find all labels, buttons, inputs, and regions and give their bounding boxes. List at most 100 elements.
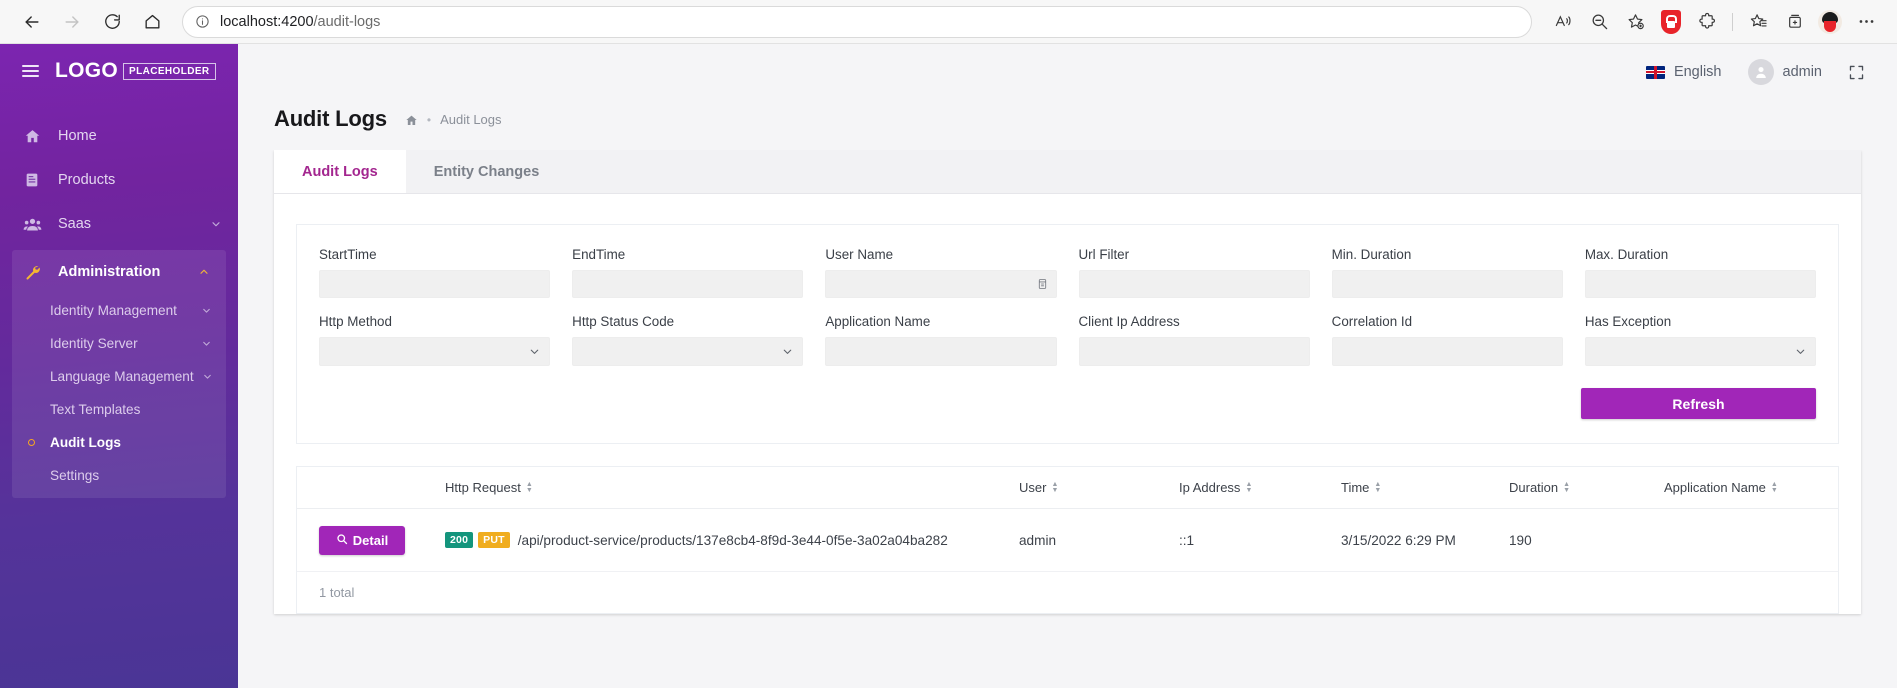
site-info-icon[interactable]	[195, 14, 210, 29]
starttime-input[interactable]	[319, 270, 551, 298]
main-content: English admin Audit Logs • Audit Logs Au…	[238, 44, 1897, 688]
sidebar-item-audit-logs[interactable]: Audit Logs	[12, 426, 226, 459]
column-header-duration[interactable]: Duration ▲ ▼	[1509, 480, 1664, 495]
sidebar-subitem-label: Language Management	[50, 369, 194, 384]
filter-min-duration: Min. Duration	[1331, 247, 1563, 298]
url-text: localhost:4200/audit-logs	[220, 14, 380, 30]
settings-more-icon[interactable]	[1849, 5, 1883, 39]
username-input[interactable]	[825, 270, 1057, 298]
language-label: English	[1673, 64, 1722, 80]
app-topbar: English admin	[238, 44, 1897, 100]
endtime-input[interactable]	[572, 270, 804, 298]
chevron-down-icon	[202, 371, 213, 382]
hamburger-menu-icon[interactable]	[22, 65, 39, 77]
filter-endtime: EndTime	[572, 247, 804, 298]
http-method-select[interactable]	[319, 337, 551, 366]
application-name-input[interactable]	[825, 337, 1057, 366]
sidebar-item-label: Saas	[58, 216, 92, 232]
sidebar-item-home[interactable]: Home	[0, 114, 238, 158]
collections-icon[interactable]	[1777, 5, 1811, 39]
extensions-icon[interactable]	[1690, 5, 1724, 39]
reload-button[interactable]	[94, 4, 130, 40]
toolbar-divider	[1732, 12, 1733, 31]
sidebar: LOGO PLACEHOLDER Home Products Saas Admi…	[0, 44, 238, 688]
fullscreen-icon[interactable]	[1848, 64, 1865, 81]
page-title: Audit Logs	[274, 106, 387, 131]
filter-correlation-id: Correlation Id	[1331, 314, 1563, 366]
add-favorite-icon[interactable]	[1618, 5, 1652, 39]
home-icon[interactable]	[405, 114, 418, 127]
sidebar-nav: Home Products Saas Administration Identi…	[0, 114, 238, 498]
sidebar-item-administration[interactable]: Administration	[12, 250, 226, 294]
sidebar-item-label: Products	[58, 172, 116, 188]
sidebar-subitem-label: Audit Logs	[50, 435, 121, 450]
column-label: Duration	[1509, 480, 1559, 495]
detail-button[interactable]: Detail	[319, 525, 405, 555]
table-row[interactable]: Detail 200 PUT /api/product-service/prod…	[297, 509, 1838, 571]
request-url: /api/product-service/products/137e8cb4-8…	[517, 532, 948, 548]
avatar	[1747, 59, 1774, 85]
back-button[interactable]	[14, 4, 50, 40]
sidebar-item-text-templates[interactable]: Text Templates	[12, 393, 226, 426]
tab-audit-logs[interactable]: Audit Logs	[274, 150, 406, 193]
column-header-ip-address[interactable]: Ip Address ▲ ▼	[1179, 480, 1341, 495]
address-bar[interactable]: localhost:4200/audit-logs	[182, 5, 1532, 38]
saas-icon	[22, 215, 42, 234]
detail-button-label: Detail	[352, 532, 389, 548]
column-header-time[interactable]: Time ▲ ▼	[1341, 480, 1509, 495]
logo-text: LOGO PLACEHOLDER	[55, 59, 216, 83]
sort-icon[interactable]: ▲ ▼	[526, 481, 533, 494]
http-status-code-select[interactable]	[572, 337, 804, 366]
column-header-http-request[interactable]: Http Request ▲ ▼	[445, 480, 1019, 495]
client-ip-address-input[interactable]	[1078, 337, 1310, 366]
chevron-down-icon	[201, 305, 212, 316]
sidebar-item-label: Administration	[58, 264, 161, 280]
sidebar-item-settings[interactable]: Settings	[12, 459, 226, 492]
sort-icon[interactable]: ▲ ▼	[1563, 481, 1570, 494]
sidebar-item-products[interactable]: Products	[0, 158, 238, 202]
filter-grid-row2: Http Method Http Status Code Application…	[319, 314, 1816, 366]
calendar-icon[interactable]	[1037, 278, 1048, 290]
active-indicator-dot	[28, 340, 35, 347]
active-indicator-dot	[28, 373, 35, 380]
logo-main-text: LOGO	[55, 59, 119, 82]
filter-label: Application Name	[825, 314, 931, 329]
sort-icon[interactable]: ▲ ▼	[1245, 481, 1252, 494]
tab-bar: Audit Logs Entity Changes	[274, 150, 1861, 194]
filter-label: Client Ip Address	[1078, 314, 1180, 329]
filter-label: Url Filter	[1078, 247, 1130, 262]
logo-placeholder-badge: PLACEHOLDER	[123, 63, 216, 80]
column-label: Http Request	[445, 480, 521, 495]
browser-profile-avatar[interactable]	[1813, 5, 1847, 39]
min-duration-input[interactable]	[1331, 270, 1563, 298]
sort-icon[interactable]: ▲ ▼	[1771, 481, 1778, 494]
correlation-id-input[interactable]	[1331, 337, 1563, 366]
sidebar-item-saas[interactable]: Saas	[0, 202, 238, 246]
favorites-icon[interactable]	[1741, 5, 1775, 39]
sidebar-item-identity-server[interactable]: Identity Server	[12, 327, 226, 360]
home-button[interactable]	[134, 4, 170, 40]
security-shield-icon[interactable]	[1654, 5, 1688, 39]
audit-logs-table: Http Request ▲▼ User ▲▼ Ip Address ▲▼	[296, 466, 1839, 614]
filter-username: User Name	[825, 247, 1057, 298]
breadcrumb: • Audit Logs	[405, 112, 502, 127]
chevron-down-icon	[1794, 345, 1807, 358]
zoom-out-icon[interactable]	[1582, 5, 1616, 39]
sidebar-item-identity-management[interactable]: Identity Management	[12, 294, 226, 327]
chevron-down-icon	[781, 345, 794, 358]
refresh-button[interactable]: Refresh	[1581, 388, 1816, 419]
user-menu[interactable]: admin	[1747, 59, 1822, 85]
sort-icon[interactable]: ▲ ▼	[1374, 481, 1381, 494]
column-header-application-name[interactable]: Application Name ▲ ▼	[1664, 480, 1838, 495]
url-filter-input[interactable]	[1078, 270, 1310, 298]
tab-entity-changes[interactable]: Entity Changes	[405, 150, 568, 193]
filter-label: Min. Duration	[1331, 247, 1412, 262]
column-label: User	[1019, 480, 1047, 495]
has-exception-select[interactable]	[1584, 337, 1816, 366]
sort-icon[interactable]: ▲ ▼	[1051, 481, 1058, 494]
column-header-user[interactable]: User ▲ ▼	[1019, 480, 1179, 495]
sidebar-item-language-management[interactable]: Language Management	[12, 360, 226, 393]
language-switcher[interactable]: English	[1645, 64, 1722, 80]
read-aloud-icon[interactable]	[1546, 5, 1580, 39]
max-duration-input[interactable]	[1584, 270, 1816, 298]
